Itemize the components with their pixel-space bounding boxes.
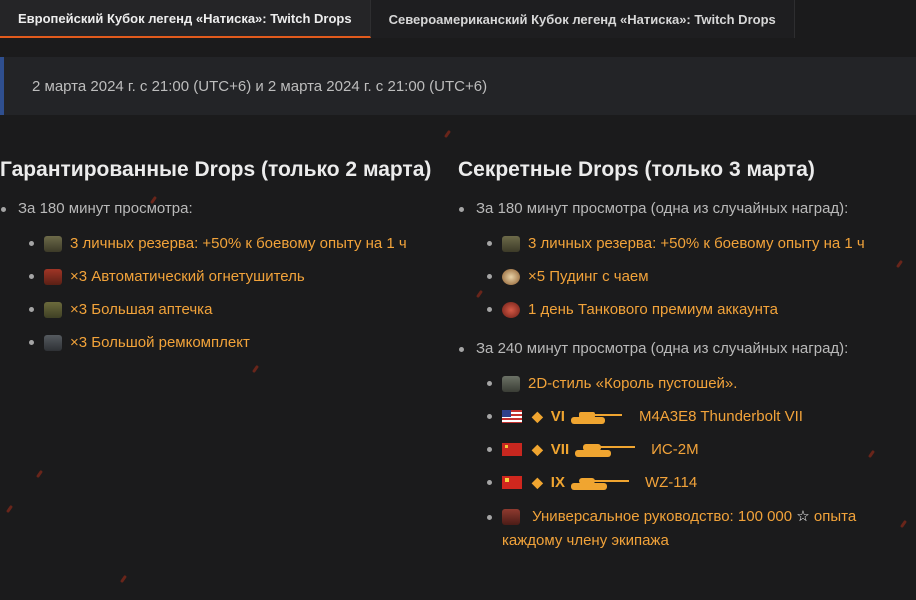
manual-icon: [502, 509, 520, 526]
repair-kit-icon: [44, 334, 62, 351]
item-text: ×3 Большой ремкомплект: [70, 334, 250, 351]
tab-bar: Европейский Кубок легенд «Натиска»: Twit…: [0, 0, 795, 38]
list-item: ×3 Автоматический огнетушитель: [20, 260, 440, 293]
medium-tank-class-icon: ◆: [532, 408, 543, 424]
list-item: 1 день Танкового премиум аккаунта: [478, 293, 908, 326]
list-item: ×5 Пудинг с чаем: [478, 260, 908, 293]
item-text: ×5 Пудинг с чаем: [528, 268, 649, 285]
tank-tier: VII: [550, 441, 570, 458]
pudding-icon: [502, 268, 520, 285]
item-text: ×3 Большая аптечка: [70, 301, 213, 318]
tank-item: ◆ VI M4A3E8 Thunderbolt VII: [478, 400, 908, 433]
list-item: Универсальное руководство: 100 000 ☆ опы…: [478, 499, 908, 553]
list-item: 3 личных резерва: +50% к боевому опыту н…: [20, 227, 440, 260]
manual-text-after: опыта: [813, 508, 857, 525]
date-banner: 2 марта 2024 г. с 21:00 (UTC+6) и 2 март…: [0, 57, 916, 115]
guaranteed-section: За 180 минут просмотра: 3 личных резерва…: [0, 200, 440, 359]
guaranteed-drops-title: Гарантированные Drops (только 2 марта): [0, 158, 432, 181]
ussr-flag-icon: [502, 443, 522, 456]
medkit-icon: [44, 301, 62, 318]
reserve-icon: [502, 235, 520, 252]
secret-section-240: За 240 минут просмотра (одна из случайны…: [458, 340, 908, 553]
tank-name: ИС-2М: [651, 441, 699, 458]
heavy-tank-class-icon: ◆: [532, 441, 543, 457]
heavy-tank-class-icon: ◆: [532, 474, 543, 490]
list-item: ×3 Большой ремкомплект: [20, 326, 440, 359]
tab-na-cup[interactable]: Североамериканский Кубок легенд «Натиска…: [370, 0, 795, 38]
fire-extinguisher-icon: [44, 268, 62, 285]
manual-text-line2: каждому члену экипажа: [502, 532, 669, 549]
premium-icon: [502, 301, 520, 318]
tank-tier: IX: [550, 474, 565, 491]
item-text: 3 личных резерва: +50% к боевому опыту н…: [70, 235, 407, 252]
reserve-icon: [44, 235, 62, 252]
tank-silhouette-icon: [570, 477, 629, 490]
manual-text: Универсальное руководство: 100 000: [532, 508, 793, 525]
tank-name: WZ-114: [644, 474, 698, 491]
tab-eu-cup[interactable]: Европейский Кубок легенд «Натиска»: Twit…: [0, 0, 371, 38]
item-text: 1 день Танкового премиум аккаунта: [528, 301, 778, 318]
secret-drops-column: Секретные Drops (только 3 марта) За 180 …: [458, 158, 908, 567]
secret-drops-title: Секретные Drops (только 3 марта): [458, 158, 815, 181]
item-text: ×3 Автоматический огнетушитель: [70, 268, 305, 285]
usa-flag-icon: [502, 410, 522, 423]
list-item: 3 личных резерва: +50% к боевому опыту н…: [478, 227, 908, 260]
star-icon: ☆: [796, 508, 810, 525]
china-flag-icon: [502, 476, 522, 489]
list-item: ×3 Большая аптечка: [20, 293, 440, 326]
style-icon: [502, 375, 520, 392]
secret-section-180: За 180 минут просмотра (одна из случайны…: [458, 200, 908, 326]
list-item: 2D-стиль «Король пустошей».: [478, 367, 908, 400]
tank-item: ◆ IX WZ-114: [478, 466, 908, 499]
item-text: 3 личных резерва: +50% к боевому опыту н…: [528, 235, 865, 252]
item-text: 2D-стиль «Король пустошей».: [528, 375, 738, 392]
tank-tier: VI: [550, 408, 565, 425]
tank-silhouette-icon: [575, 443, 636, 457]
guaranteed-drops-column: Гарантированные Drops (только 2 марта) З…: [0, 158, 440, 373]
tank-item: ◆ VII ИС-2М: [478, 433, 908, 466]
section-title: За 180 минут просмотра:: [18, 200, 193, 217]
date-text: 2 марта 2024 г. с 21:00 (UTC+6) и 2 март…: [32, 77, 488, 95]
section-title: За 240 минут просмотра (одна из случайны…: [476, 340, 849, 357]
tank-name: M4A3E8 Thunderbolt VII: [638, 408, 803, 425]
tank-silhouette-icon: [570, 411, 622, 424]
section-title: За 180 минут просмотра (одна из случайны…: [476, 200, 849, 217]
